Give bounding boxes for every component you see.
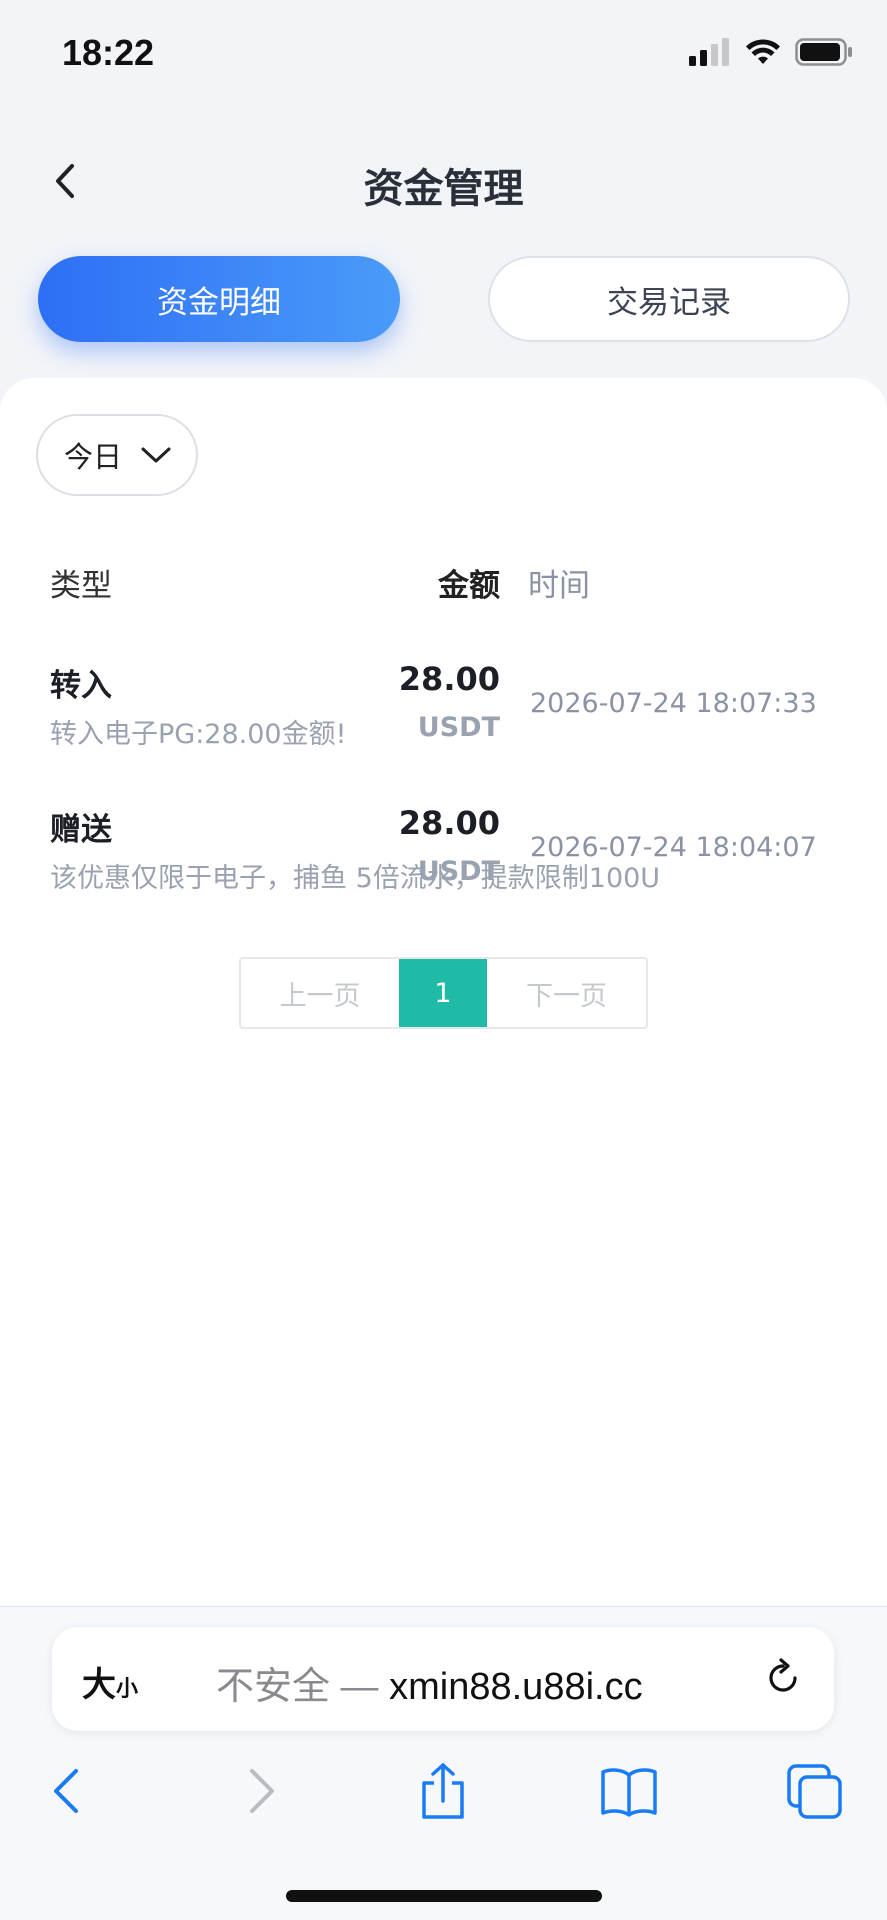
tab-fund-details[interactable]: 资金明细 (38, 256, 400, 342)
page-number-button[interactable]: 1 (399, 959, 487, 1027)
page-title: 资金管理 (363, 166, 524, 212)
text-size-button[interactable]: 大小 (82, 1657, 138, 1706)
book-icon (601, 1768, 657, 1817)
status-time: 18:22 (62, 32, 155, 73)
cellular-signal-icon (689, 38, 729, 66)
share-button[interactable] (416, 1763, 470, 1819)
text-size-small-label: 小 (116, 1676, 139, 1701)
row-type: 赠送 (50, 812, 112, 848)
row-type: 转入 (50, 668, 112, 704)
row-unit: USDT (417, 712, 500, 743)
status-icons (689, 38, 853, 66)
column-header-type: 类型 (50, 568, 112, 604)
column-header-amount: 金额 (438, 568, 500, 604)
chevron-left-icon (54, 1769, 78, 1813)
row-description: 该优惠仅限于电子，捕鱼 5倍流水，提款限制100U (50, 863, 661, 894)
reload-icon (769, 1658, 797, 1692)
date-filter-dropdown[interactable]: 今日 (36, 414, 198, 496)
next-page-button[interactable]: 下一页 (487, 959, 646, 1027)
column-header-time: 时间 (528, 568, 590, 604)
share-icon (422, 1763, 464, 1819)
address-bar[interactable]: 大小 不安全 — xmin88.u88i.cc (52, 1627, 834, 1731)
tabs-button[interactable] (786, 1763, 842, 1819)
nav-header: 资金管理 (0, 140, 887, 224)
wifi-icon (746, 39, 780, 64)
row-description: 转入电子PG:28.00金额! (50, 719, 347, 750)
chevron-down-icon (141, 447, 171, 463)
bookmarks-button[interactable] (600, 1763, 657, 1819)
tabs-icon (787, 1764, 842, 1819)
date-filter-value: 今日 (64, 440, 123, 474)
status-bar: 18:22 (0, 0, 887, 110)
text-size-big-label: 大 (82, 1666, 116, 1704)
table-row: 赠送 28.00 USDT 2026-07-24 18:04:07 该优惠仅限于… (0, 804, 887, 934)
battery-icon (795, 38, 852, 66)
row-amount: 28.00 (398, 804, 500, 842)
reload-button[interactable] (762, 1657, 804, 1699)
chevron-right-icon (250, 1769, 274, 1813)
browser-forward-button[interactable] (232, 1763, 286, 1819)
pagination: 上一页 1 下一页 (239, 957, 648, 1029)
table-row: 转入 转入电子PG:28.00金额! 28.00 USDT 2026-07-24… (0, 660, 887, 790)
row-time: 2026-07-24 18:07:33 (530, 688, 817, 719)
home-indicator (286, 1890, 602, 1902)
row-amount: 28.00 (398, 660, 500, 698)
content-card: 今日 类型 金额 时间 转入 转入电子PG:28.00金额! 28.00 USD… (0, 378, 887, 1606)
url-security-label: 不安全 — (216, 1666, 390, 1708)
url-text[interactable]: 不安全 — xmin88.u88i.cc (216, 1655, 643, 1710)
url-domain: xmin88.u88i.cc (389, 1666, 643, 1708)
tab-transaction-records[interactable]: 交易记录 (488, 256, 850, 342)
browser-back-button[interactable] (42, 1763, 96, 1819)
browser-toolbar: 大小 不安全 — xmin88.u88i.cc (0, 1606, 887, 1920)
prev-page-button[interactable]: 上一页 (241, 959, 399, 1027)
